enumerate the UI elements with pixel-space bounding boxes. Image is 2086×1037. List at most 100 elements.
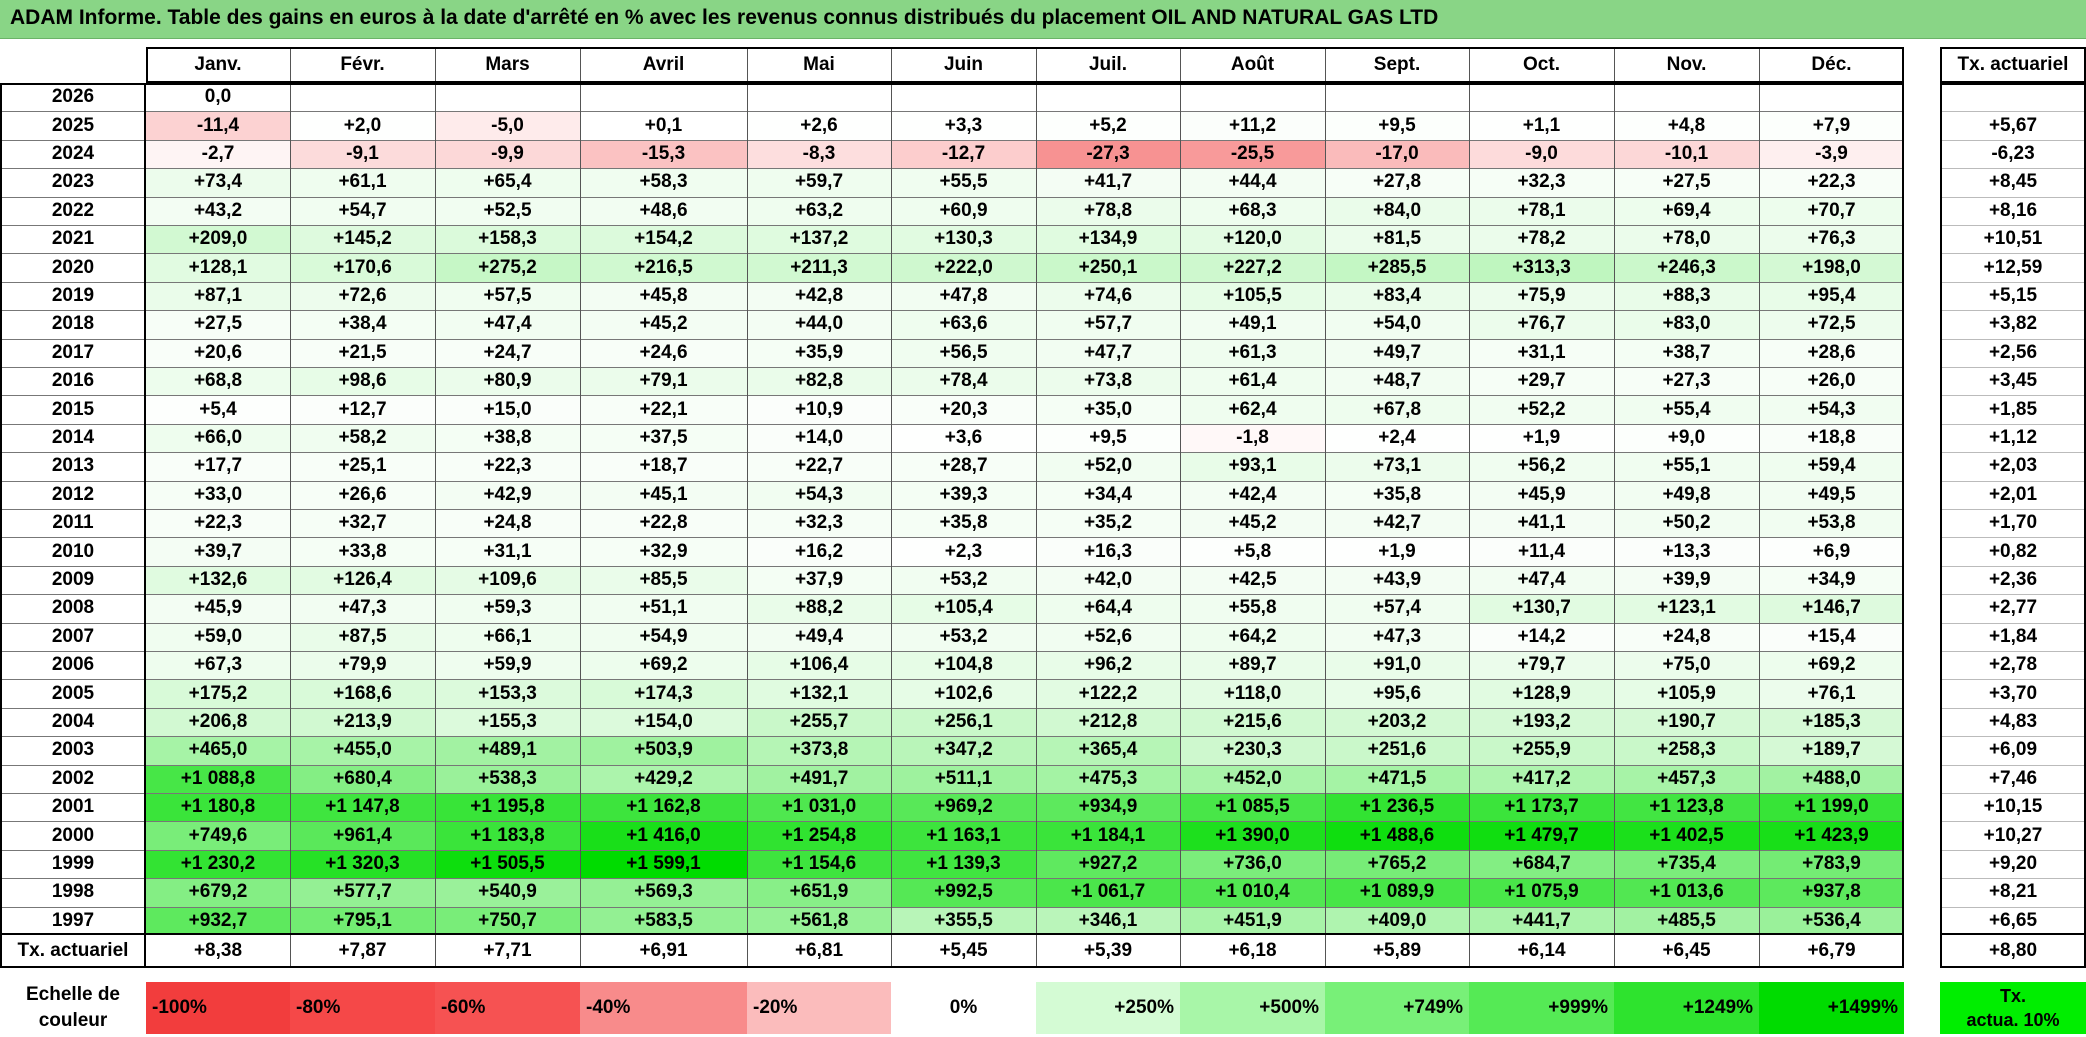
table-cell: +80,9 bbox=[435, 367, 580, 396]
table-cell: +62,4 bbox=[1180, 395, 1325, 424]
summary-rate-cell: +8,80 bbox=[1988, 939, 2038, 961]
summary-cell: +5,45 bbox=[939, 939, 988, 961]
table-cell: +417,2 bbox=[1469, 764, 1614, 793]
row-divider bbox=[0, 565, 1904, 567]
table-cell: +78,8 bbox=[1036, 196, 1180, 225]
table-cell: +429,2 bbox=[580, 764, 747, 793]
table-cell: +78,1 bbox=[1469, 196, 1614, 225]
year-label: 2024 bbox=[51, 142, 95, 164]
table-cell: +91,0 bbox=[1325, 651, 1469, 680]
table-cell: +154,0 bbox=[580, 707, 747, 737]
table-cell: +45,9 bbox=[146, 594, 290, 623]
table-cell: +2,4 bbox=[1325, 423, 1469, 453]
column-divider bbox=[891, 47, 892, 935]
row-divider bbox=[0, 906, 1904, 908]
table-cell: +212,8 bbox=[1036, 707, 1180, 737]
summary-cell: +6,81 bbox=[794, 939, 844, 961]
summary-column-divider bbox=[1036, 933, 1037, 968]
table-cell: +95,6 bbox=[1325, 679, 1469, 708]
table-cell: +21,5 bbox=[290, 338, 435, 367]
table-cell: +1 154,6 bbox=[747, 849, 891, 879]
table-cell: +198,0 bbox=[1759, 253, 1904, 282]
table-cell: +1 013,6 bbox=[1614, 878, 1759, 907]
table-cell: +1 147,8 bbox=[290, 793, 435, 822]
table-cell: +33,0 bbox=[146, 480, 290, 509]
table-cell: +1 089,9 bbox=[1325, 878, 1469, 907]
row-divider bbox=[0, 679, 1904, 681]
table-cell: +69,2 bbox=[1759, 651, 1904, 680]
rate-cell: +0,82 bbox=[1988, 540, 2038, 562]
table-cell: +105,5 bbox=[1180, 281, 1325, 311]
table-cell: +61,3 bbox=[1180, 338, 1325, 367]
legend-swatch: +749% bbox=[1325, 982, 1469, 1034]
month-header: Janv. bbox=[194, 54, 242, 75]
table-cell: +33,8 bbox=[290, 537, 435, 566]
table-cell: +11,2 bbox=[1180, 111, 1325, 140]
column-divider bbox=[1759, 47, 1760, 935]
table-cell: +57,4 bbox=[1325, 594, 1469, 623]
table-cell: +457,3 bbox=[1614, 764, 1759, 793]
table-cell bbox=[1469, 83, 1614, 112]
table-cell: +5,2 bbox=[1036, 111, 1180, 140]
legend-swatch: +1249% bbox=[1614, 982, 1759, 1034]
table-cell: +373,8 bbox=[747, 736, 891, 765]
table-cell: +1 479,7 bbox=[1469, 821, 1614, 850]
rate-row-divider bbox=[1940, 139, 2086, 141]
legend-rate-line2: actua. 10% bbox=[1966, 1010, 2060, 1030]
table-cell: +73,8 bbox=[1036, 367, 1180, 396]
legend-swatch: +1499% bbox=[1759, 982, 1904, 1034]
table-cell: +1,1 bbox=[1469, 111, 1614, 140]
table-cell: +42,5 bbox=[1180, 565, 1325, 595]
table-cell: -10,1 bbox=[1614, 139, 1759, 169]
rate-row-divider bbox=[1940, 793, 2086, 794]
table-cell: +87,1 bbox=[146, 281, 290, 311]
table-cell: +73,4 bbox=[146, 168, 290, 197]
year-label: 2013 bbox=[51, 455, 95, 477]
row-divider bbox=[0, 537, 1904, 539]
table-cell: +7,9 bbox=[1759, 111, 1904, 140]
table-cell: +679,2 bbox=[146, 878, 290, 907]
table-cell: +35,2 bbox=[1036, 509, 1180, 538]
table-cell: +9,5 bbox=[1325, 111, 1469, 140]
row-divider bbox=[0, 651, 1904, 652]
table-cell: +75,0 bbox=[1614, 651, 1759, 680]
table-cell bbox=[747, 83, 891, 112]
table-cell: +1 180,8 bbox=[146, 793, 290, 822]
table-cell: +409,0 bbox=[1325, 906, 1469, 935]
table-cell: +206,8 bbox=[146, 707, 290, 737]
table-cell: +105,9 bbox=[1614, 679, 1759, 708]
rate-cell: +2,01 bbox=[1988, 483, 2038, 505]
year-label: 2025 bbox=[51, 114, 95, 136]
table-cell: +126,4 bbox=[290, 565, 435, 595]
table-cell: +79,1 bbox=[580, 367, 747, 396]
table-cell: +9,0 bbox=[1614, 423, 1759, 453]
table-cell: +54,3 bbox=[1759, 395, 1904, 424]
table-cell bbox=[1614, 83, 1759, 112]
table-cell: -11,4 bbox=[146, 111, 290, 140]
rate-cell: +10,27 bbox=[1983, 824, 2043, 846]
table-cell: +50,2 bbox=[1614, 509, 1759, 538]
rate-cell: +10,15 bbox=[1983, 796, 2043, 818]
legend-swatch: +999% bbox=[1469, 982, 1614, 1034]
table-cell: +45,8 bbox=[580, 281, 747, 311]
table-cell: +83,0 bbox=[1614, 310, 1759, 339]
column-divider bbox=[1614, 47, 1615, 935]
table-cell: +35,8 bbox=[891, 509, 1036, 538]
table-cell: +275,2 bbox=[435, 253, 580, 282]
table-cell: +27,3 bbox=[1614, 367, 1759, 396]
column-divider bbox=[1469, 47, 1470, 935]
year-label: 2017 bbox=[51, 341, 95, 363]
table-cell: +471,5 bbox=[1325, 764, 1469, 793]
row-divider bbox=[0, 338, 1904, 340]
table-cell: +54,3 bbox=[747, 480, 891, 509]
table-cell: +76,3 bbox=[1759, 225, 1904, 254]
table-cell: +130,7 bbox=[1469, 594, 1614, 623]
table-cell: +1 488,6 bbox=[1325, 821, 1469, 850]
rate-row-divider bbox=[1940, 452, 2086, 454]
table-cell: +42,0 bbox=[1036, 565, 1180, 595]
row-divider bbox=[0, 480, 1904, 482]
table-cell: +68,8 bbox=[146, 367, 290, 396]
table-cell: +215,6 bbox=[1180, 707, 1325, 737]
table-cell: +20,6 bbox=[146, 338, 290, 367]
table-cell: +28,6 bbox=[1759, 338, 1904, 367]
